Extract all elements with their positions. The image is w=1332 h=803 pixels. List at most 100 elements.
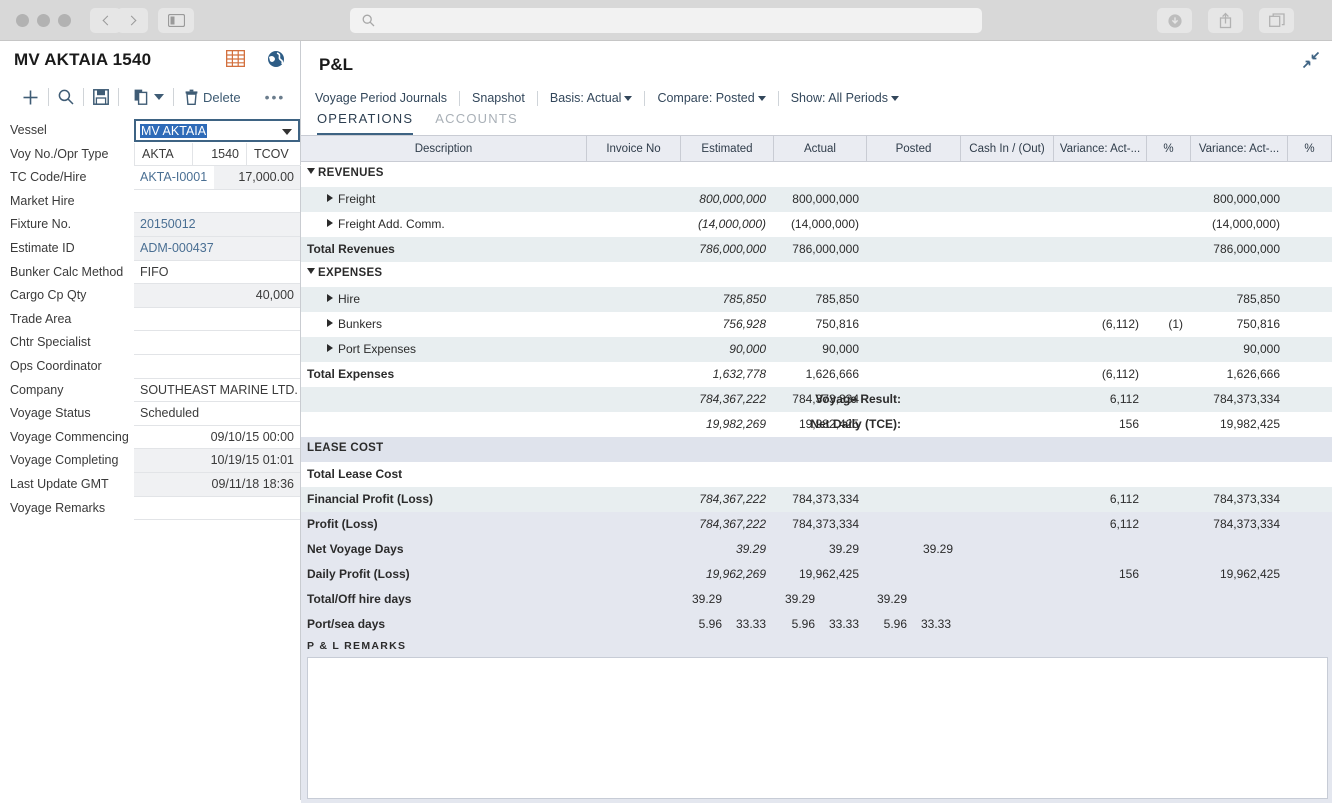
- copy-button[interactable]: [134, 89, 164, 105]
- field-value[interactable]: 09/11/18 18:36: [134, 473, 300, 497]
- field-label: Estimate ID: [10, 241, 75, 255]
- table-row[interactable]: Total Lease Cost: [301, 462, 1332, 487]
- vessel-select[interactable]: MV AKTAIA: [134, 119, 300, 142]
- triangle-right-icon[interactable]: [327, 194, 333, 202]
- downloads-button[interactable]: [1157, 8, 1192, 33]
- pl-table-body: REVENUES Freight 800,000,000 800,000,000 800…: [301, 162, 1332, 637]
- grid-icon[interactable]: [225, 49, 246, 72]
- field-value[interactable]: 40,000: [134, 284, 300, 308]
- table-row[interactable]: Freight 800,000,000 800,000,000 800,000,000: [301, 187, 1332, 212]
- close-window-button[interactable]: [16, 14, 29, 27]
- voyage-code-cell[interactable]: AKTA: [134, 142, 192, 167]
- table-row[interactable]: Total/Off hire days 39.29 39.29 39.29: [301, 587, 1332, 612]
- action-show-all-periods[interactable]: Show: All Periods: [791, 91, 899, 105]
- table-row[interactable]: Hire 785,850 785,850 785,850: [301, 287, 1332, 312]
- field-row: Cargo Cp Qty 40,000: [0, 284, 301, 308]
- table-row[interactable]: Profit (Loss) 784,367,222 784,373,334 6,112…: [301, 512, 1332, 537]
- column-header[interactable]: Actual: [774, 136, 867, 162]
- table-row[interactable]: EXPENSES: [301, 262, 1332, 287]
- field-value[interactable]: [134, 331, 300, 355]
- field-label: Voyage Remarks: [10, 500, 106, 515]
- table-row[interactable]: Total Expenses 1,632,778 1,626,666 (6,112) 1…: [301, 362, 1332, 387]
- triangle-down-icon[interactable]: [307, 268, 315, 274]
- row-description: Freight Add. Comm.: [327, 217, 445, 231]
- voyage-opr-type-cell[interactable]: TCOV: [246, 142, 301, 167]
- field-value[interactable]: 09/10/15 00:00: [134, 426, 300, 450]
- table-row[interactable]: Bunkers 756,928 750,816 (6,112) (1) 750,816: [301, 312, 1332, 337]
- tab-operations[interactable]: OPERATIONS: [317, 111, 414, 136]
- action-basis-actual[interactable]: Basis: Actual: [550, 91, 633, 105]
- column-header[interactable]: Description: [301, 136, 587, 162]
- column-header[interactable]: %: [1288, 136, 1332, 162]
- toolbar-divider: [173, 88, 174, 106]
- table-row[interactable]: Daily Profit (Loss) 19,962,269 19,962,425 1…: [301, 562, 1332, 587]
- column-header[interactable]: Cash In / (Out): [961, 136, 1054, 162]
- field-value[interactable]: [134, 190, 300, 214]
- field-value[interactable]: 20150012: [134, 213, 300, 237]
- cell-value: 784,367,222: [699, 492, 766, 506]
- chevron-down-icon: [282, 129, 292, 135]
- column-header[interactable]: Invoice No: [587, 136, 681, 162]
- table-row[interactable]: Freight Add. Comm. (14,000,000) (14,000,00…: [301, 212, 1332, 237]
- page-title: P&L: [319, 55, 353, 74]
- sidebar-toggle-button[interactable]: [158, 8, 194, 33]
- field-value[interactable]: 10/19/15 01:01: [134, 449, 300, 473]
- maximize-window-button[interactable]: [58, 14, 71, 27]
- globe-icon[interactable]: [267, 50, 285, 73]
- triangle-right-icon[interactable]: [327, 344, 333, 352]
- column-header[interactable]: Estimated: [681, 136, 774, 162]
- forward-button[interactable]: [117, 8, 148, 33]
- address-bar[interactable]: [350, 8, 982, 33]
- add-button[interactable]: [22, 89, 39, 106]
- field-value[interactable]: [134, 497, 300, 521]
- more-options-button[interactable]: •••: [265, 89, 286, 105]
- field-row: Voyage Commencing 09/10/15 00:00: [0, 426, 301, 450]
- delete-button[interactable]: Delete: [185, 89, 241, 105]
- tc-code-cell[interactable]: AKTA-I0001: [134, 166, 214, 190]
- table-row[interactable]: Total Revenues 786,000,000 786,000,000 786,…: [301, 237, 1332, 262]
- tc-hire-cell[interactable]: 17,000.00: [214, 166, 300, 190]
- voyage-number-cell[interactable]: 1540: [192, 142, 246, 167]
- minimize-window-button[interactable]: [37, 14, 50, 27]
- table-row[interactable]: LEASE COST: [301, 437, 1332, 462]
- back-chevron-icon: [102, 15, 112, 26]
- field-value[interactable]: ADM-000437: [134, 237, 300, 261]
- field-label: Company: [10, 382, 64, 397]
- column-header[interactable]: %: [1147, 136, 1191, 162]
- field-row: Bunker Calc Method FIFO: [0, 261, 301, 285]
- table-row[interactable]: Net Voyage Days 39.29 39.29 39.29: [301, 537, 1332, 562]
- table-row[interactable]: Port/sea days 5.96 33.33 5.96 33.33 5.96 33.33: [301, 612, 1332, 637]
- action-snapshot[interactable]: Snapshot: [472, 91, 525, 105]
- table-row[interactable]: Financial Profit (Loss) 784,367,222 784,37…: [301, 487, 1332, 512]
- collapse-icon[interactable]: [1302, 51, 1320, 74]
- show-tabs-button[interactable]: [1259, 8, 1294, 33]
- field-value[interactable]: Scheduled: [134, 402, 300, 426]
- table-row[interactable]: Net Daily (TCE): 19,982,269 19,982,425 156 1…: [301, 412, 1332, 437]
- triangle-right-icon[interactable]: [327, 294, 333, 302]
- table-row[interactable]: Port Expenses 90,000 90,000 90,000: [301, 337, 1332, 362]
- cell-value: 786,000,000: [699, 242, 766, 256]
- column-header[interactable]: Variance: Act-...: [1054, 136, 1147, 162]
- triangle-right-icon[interactable]: [327, 319, 333, 327]
- save-button[interactable]: [93, 89, 109, 105]
- column-header[interactable]: Posted: [867, 136, 961, 162]
- field-value[interactable]: [134, 355, 300, 379]
- action-compare-posted[interactable]: Compare: Posted: [657, 91, 766, 105]
- cell-value: 39.29: [876, 592, 907, 606]
- field-value[interactable]: FIFO: [134, 261, 300, 285]
- field-value[interactable]: SOUTHEAST MARINE LTD.: [134, 379, 300, 403]
- field-value[interactable]: [134, 308, 300, 332]
- triangle-right-icon[interactable]: [327, 219, 333, 227]
- row-description: Total Revenues: [307, 242, 395, 256]
- pl-table-header: Description Invoice No Estimated Actual Post…: [301, 135, 1332, 162]
- row-description: LEASE COST: [307, 442, 384, 454]
- remarks-input[interactable]: [307, 657, 1328, 799]
- triangle-down-icon[interactable]: [307, 168, 315, 174]
- column-header[interactable]: Variance: Act-...: [1191, 136, 1288, 162]
- tab-accounts[interactable]: ACCOUNTS: [435, 111, 518, 136]
- share-button[interactable]: [1208, 8, 1243, 33]
- table-row[interactable]: Voyage Result: 784,367,222 784,373,334 6,11…: [301, 387, 1332, 412]
- search-button[interactable]: [58, 89, 74, 105]
- table-row[interactable]: REVENUES: [301, 162, 1332, 187]
- action-voyage-period-journals[interactable]: Voyage Period Journals: [315, 91, 447, 105]
